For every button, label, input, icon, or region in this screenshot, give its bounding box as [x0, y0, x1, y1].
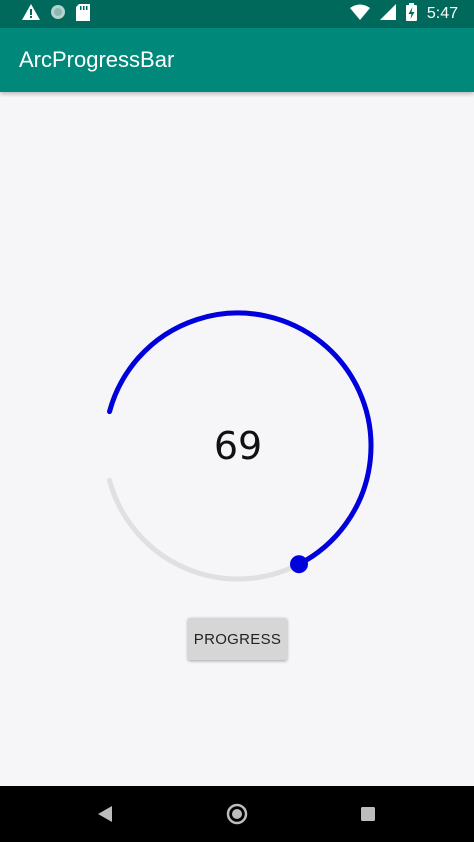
home-icon[interactable]	[223, 800, 251, 828]
app-bar: ArcProgressBar	[0, 28, 474, 92]
arc-value-text: 69	[213, 424, 263, 468]
warning-icon	[22, 4, 40, 24]
navigation-bar	[0, 786, 474, 842]
app-title: ArcProgressBar	[19, 47, 175, 72]
cellular-signal-icon	[379, 4, 396, 24]
arc-progress-bar[interactable]: 69	[96, 304, 380, 588]
back-icon[interactable]	[91, 800, 119, 828]
status-right-icons: 5:47	[349, 3, 458, 25]
status-left-icons	[22, 3, 90, 25]
wifi-icon	[349, 4, 370, 24]
sd-card-icon	[76, 3, 90, 25]
recents-icon[interactable]	[354, 800, 382, 828]
status-bar: 5:47	[0, 0, 474, 28]
circle-notification-icon	[50, 4, 66, 24]
progress-button[interactable]: PROGRESS	[188, 618, 287, 660]
battery-charging-icon	[405, 3, 417, 25]
status-time: 5:47	[426, 5, 458, 22]
